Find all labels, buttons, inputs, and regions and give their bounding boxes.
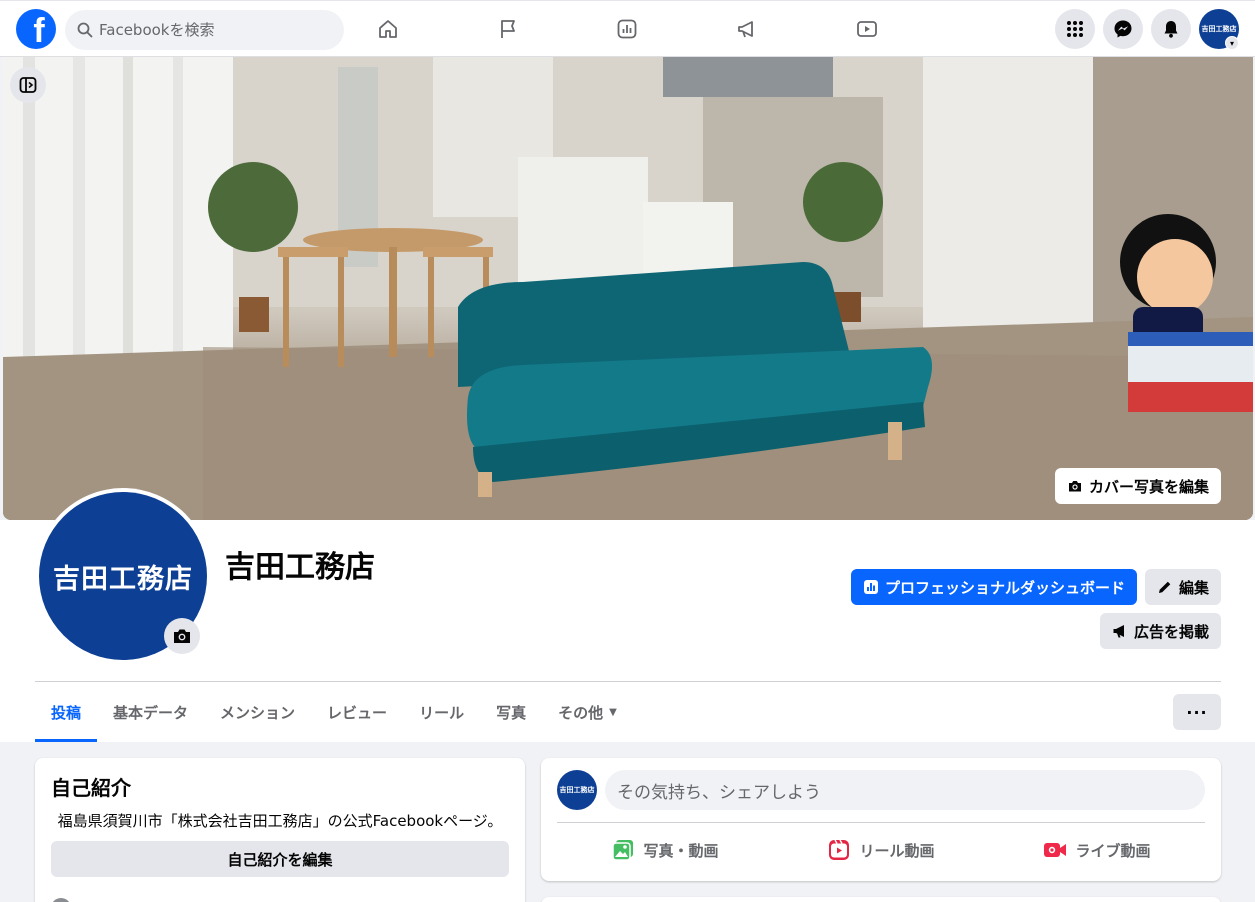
video-icon[interactable] [851,13,883,45]
reel-icon [829,839,850,860]
live-video-icon [1044,843,1067,857]
live-video-button[interactable]: ライブ動画 [989,830,1205,870]
chevron-down-icon[interactable]: ▾ [1225,36,1239,50]
tab-photos[interactable]: 写真 [480,682,542,742]
tab-label: 基本データ [113,703,189,722]
bell-icon[interactable] [1151,9,1191,49]
composer-avatar[interactable]: 吉田工務店 [557,770,597,810]
reel-button[interactable]: リール動画 [773,830,989,870]
sidebar-toggle-icon[interactable] [10,67,46,103]
tab-label: 投稿 [51,703,82,722]
intro-bio: 福島県須賀川市「株式会社吉田工務店」の公式Facebookページ。 [57,812,503,830]
tab-label: リール [419,703,465,722]
home-icon[interactable] [372,13,404,45]
professional-dashboard-label: プロフェッショナルダッシュボード [884,578,1125,597]
intro-title: 自己紹介 [51,776,131,800]
live-video-label: ライブ動画 [1075,841,1151,860]
tab-label: その他 [558,703,604,722]
edit-page-button[interactable]: 編集 [1145,569,1221,605]
tab-label: 写真 [496,703,527,722]
tab-reviews[interactable]: レビュー [311,682,403,742]
photo-video-label: 写真・動画 [643,841,719,860]
facebook-logo[interactable]: f [16,9,56,49]
info-icon [51,898,71,902]
edit-page-label: 編集 [1178,578,1209,597]
next-feed-card [541,897,1221,902]
megaphone-icon [1113,625,1124,638]
composer-input[interactable]: その気持ち、シェアしよう [605,770,1205,810]
megaphone-icon[interactable] [731,13,763,45]
intro-card: 自己紹介 福島県須賀川市「株式会社吉田工務店」の公式Facebookページ。 自… [35,758,525,902]
tab-more[interactable]: その他 ▼ [542,682,633,742]
camera-icon [1068,481,1081,492]
insights-icon [863,580,878,594]
edit-cover-label: カバー写真を編集 [1088,477,1209,496]
pencil-icon [1158,581,1171,593]
messenger-icon[interactable] [1103,9,1143,49]
top-navigation: f 吉田工務店 ▾ [0,0,1255,57]
camera-icon [174,629,190,643]
advertise-label: 広告を掲載 [1133,622,1209,641]
tab-posts[interactable]: 投稿 [35,682,98,742]
more-options-button[interactable]: ··· [1173,694,1221,730]
tab-label: レビュー [327,703,388,722]
edit-bio-label: 自己紹介を編集 [227,850,333,869]
composer-actions: 写真・動画 リール動画 ライブ動画 [557,830,1205,870]
advertise-button[interactable]: 広告を掲載 [1100,613,1221,649]
cover-photo [3,57,1253,520]
search-input[interactable] [99,21,319,39]
search-icon [77,22,93,38]
cover-photo-image [3,57,1253,520]
insights-icon[interactable] [611,13,643,45]
tab-mentions[interactable]: メンション [204,682,311,742]
edit-bio-button[interactable]: 自己紹介を編集 [51,841,509,877]
photo-video-button[interactable]: 写真・動画 [557,830,773,870]
tab-about[interactable]: 基本データ [97,682,204,742]
update-profile-picture-button[interactable] [164,618,200,654]
composer-divider [557,822,1205,823]
caret-down-icon: ▼ [609,706,617,718]
tab-reels[interactable]: リール [403,682,480,742]
post-composer: 吉田工務店 その気持ち、シェアしよう 写真・動画 リール動画 ライブ動画 [541,758,1221,881]
flag-icon[interactable] [492,13,524,45]
professional-dashboard-button[interactable]: プロフェッショナルダッシュボード [851,569,1137,605]
more-options-label: ··· [1186,702,1208,722]
tab-label: メンション [220,703,296,722]
page-title: 吉田工務店 [225,550,375,585]
search-box[interactable] [65,10,344,50]
page-tabs: 投稿 基本データ メンション レビュー リール 写真 その他 ▼ [35,682,633,742]
menu-grid-icon[interactable] [1055,9,1095,49]
photo-icon [612,840,634,861]
reel-label: リール動画 [859,841,935,860]
edit-cover-button[interactable]: カバー写真を編集 [1055,468,1221,504]
